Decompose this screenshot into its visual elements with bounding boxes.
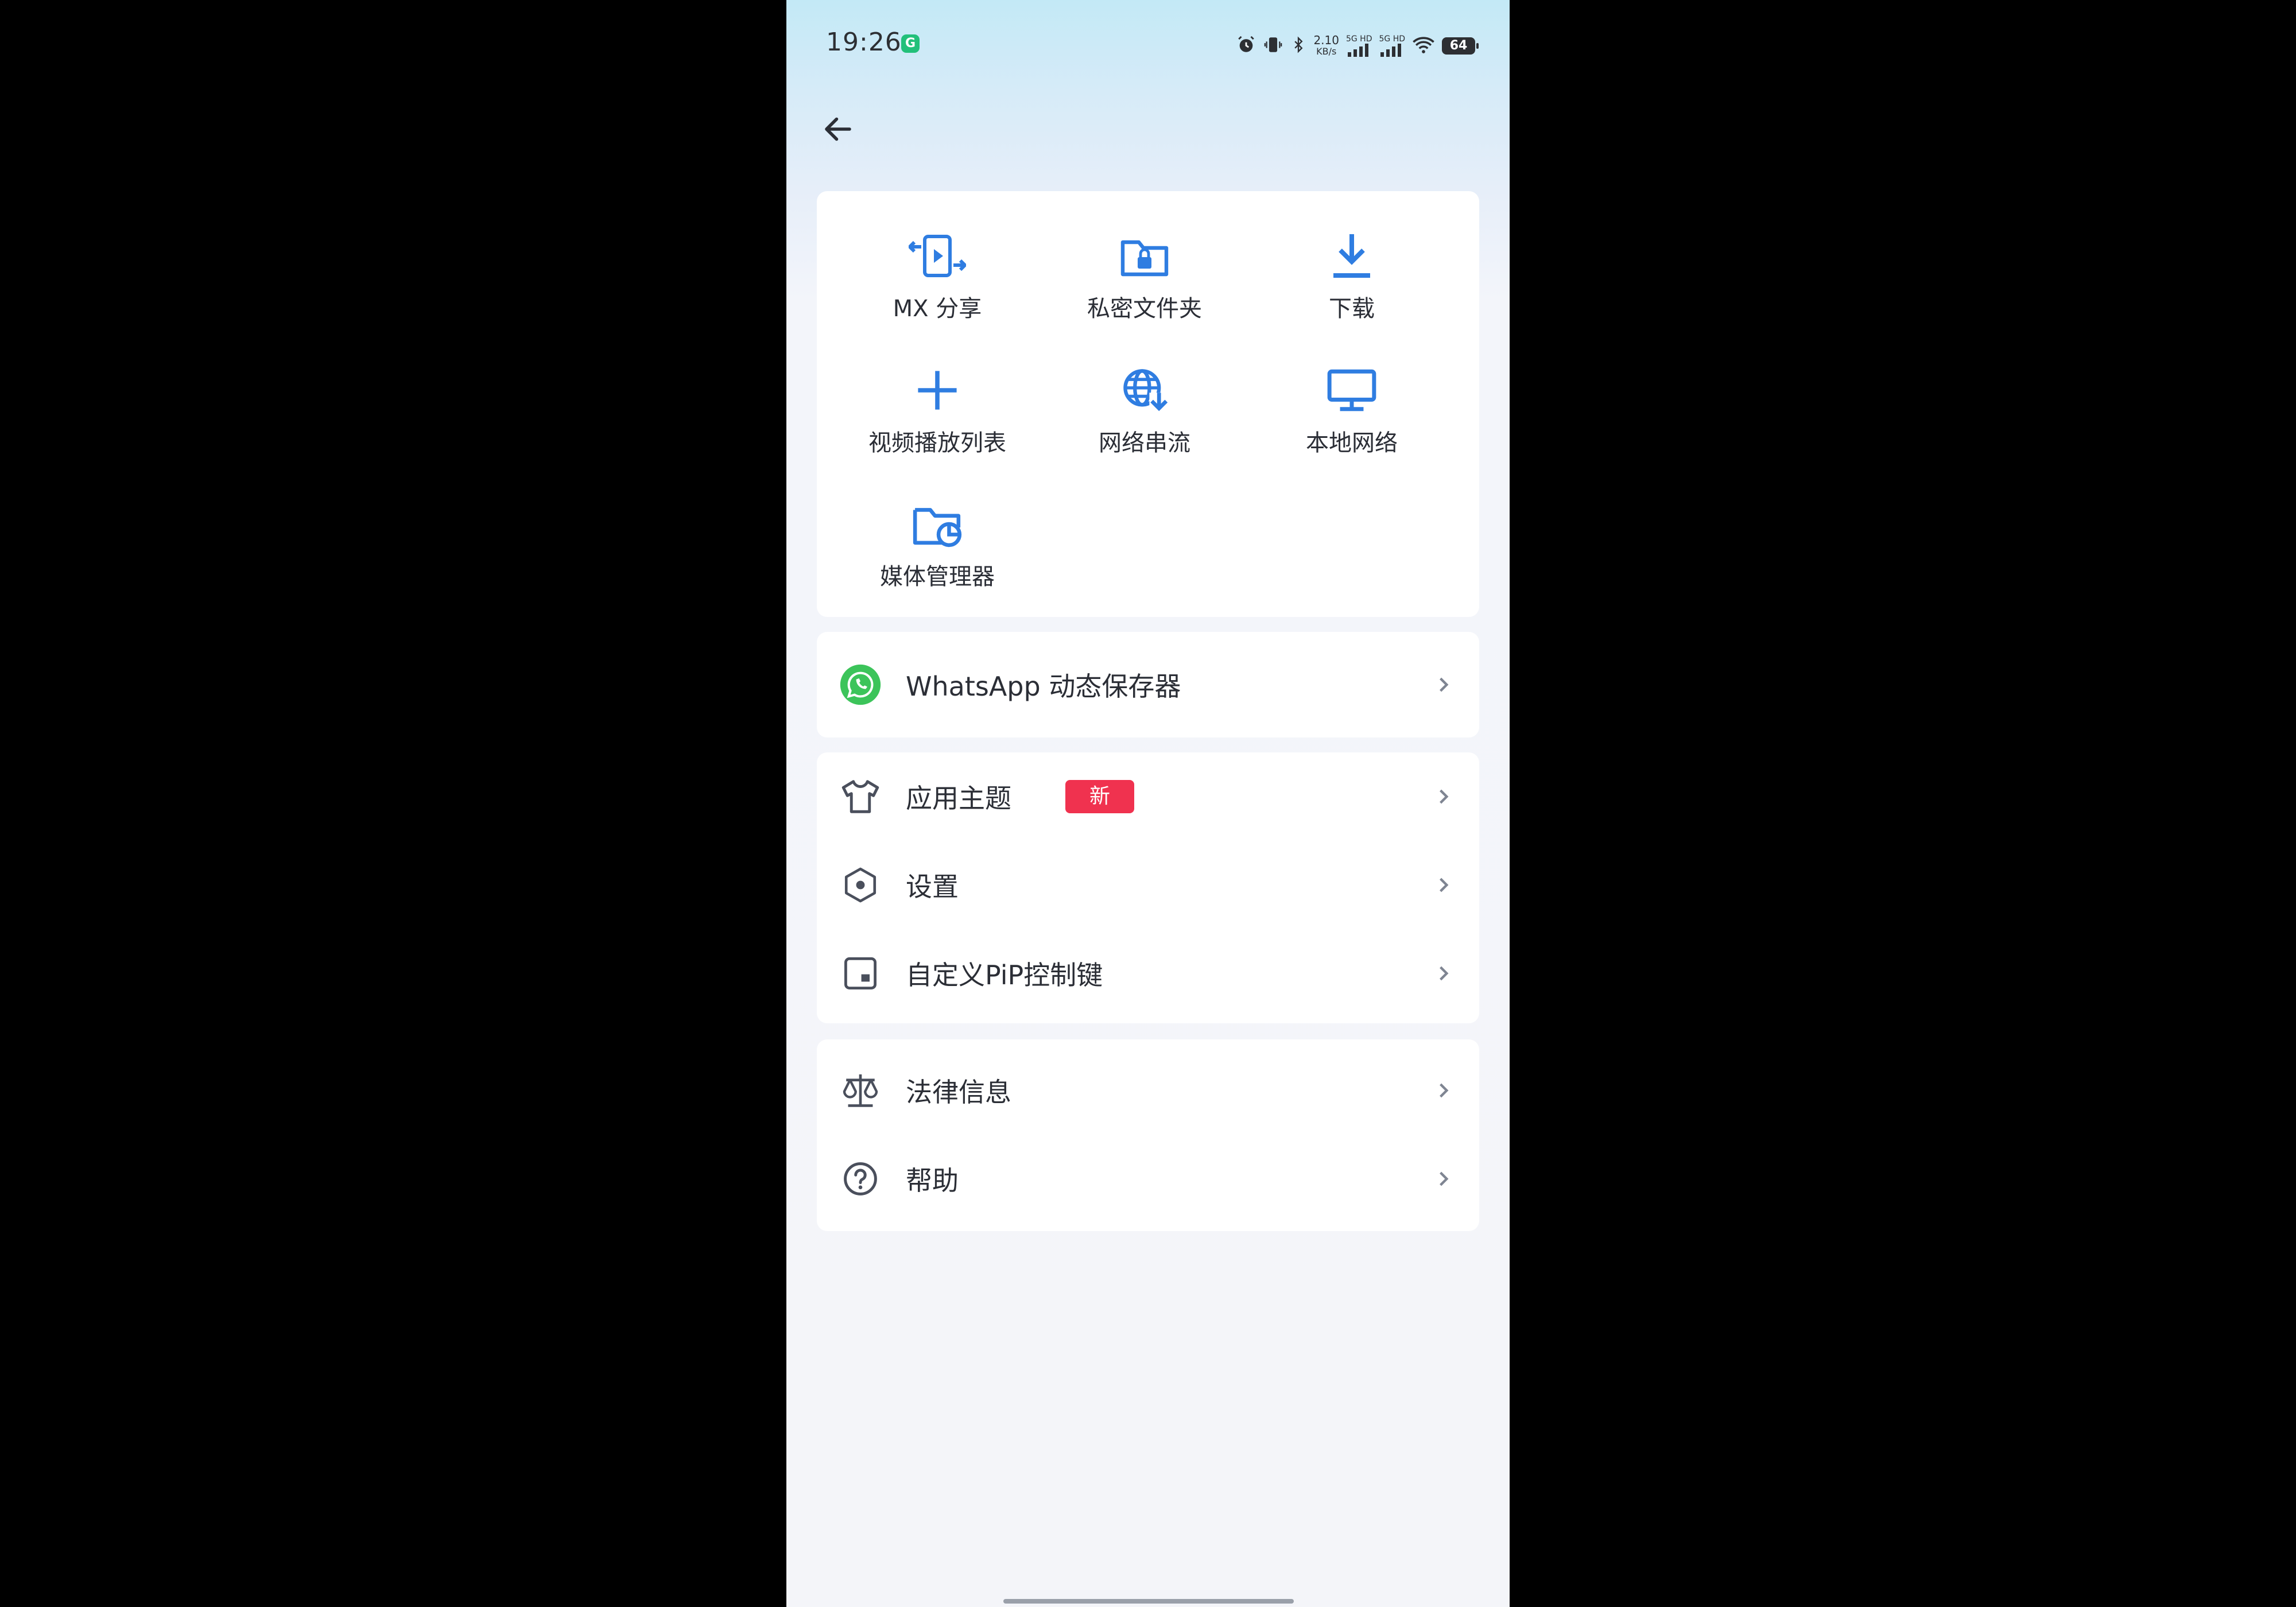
network-speed: 2.10 KB/s bbox=[1313, 34, 1339, 57]
chevron-right-icon bbox=[1433, 1169, 1454, 1189]
settings-row[interactable]: 设置 bbox=[817, 841, 1479, 929]
shortcuts-card: MX 分享 私密文件夹 下载 视频播放列表 网络串流 本地网络 媒体管理器 bbox=[817, 191, 1479, 617]
scales-icon bbox=[837, 1068, 883, 1113]
pip-icon bbox=[837, 950, 883, 996]
shortcut-network-stream[interactable]: 网络串流 bbox=[1041, 359, 1248, 473]
new-badge: 新 bbox=[1065, 780, 1134, 813]
whatsapp-icon bbox=[837, 662, 883, 708]
legal-info-row[interactable]: 法律信息 bbox=[817, 1046, 1479, 1135]
shortcut-mx-share[interactable]: MX 分享 bbox=[834, 224, 1041, 339]
sim2-label: 5G HD bbox=[1379, 34, 1405, 44]
status-icons: 2.10 KB/s 5G HD 5G HD 64 bbox=[1236, 29, 1479, 63]
local-network-icon bbox=[1320, 359, 1383, 422]
whatsapp-label: WhatsApp 动态保存器 bbox=[906, 671, 1181, 702]
settings-card: 应用主题 新 设置 自定义PiP控制键 bbox=[817, 752, 1479, 1023]
whatsapp-status-saver-row[interactable]: WhatsApp 动态保存器 bbox=[817, 641, 1479, 729]
speed-unit: KB/s bbox=[1316, 46, 1337, 57]
shortcut-video-playlist[interactable]: 视频播放列表 bbox=[834, 359, 1041, 473]
media-manager-icon bbox=[906, 492, 969, 556]
legal-info-label: 法律信息 bbox=[906, 1077, 1011, 1108]
shortcut-label: 媒体管理器 bbox=[880, 564, 995, 590]
help-label: 帮助 bbox=[906, 1165, 959, 1196]
phone-screen: 19:26 G 2.10 KB/s 5G HD 5G HD 64 MX 分享 私… bbox=[786, 0, 1510, 1607]
signal-bars-icon bbox=[1347, 44, 1368, 57]
plus-icon bbox=[906, 359, 969, 422]
shortcut-label: 私密文件夹 bbox=[1087, 296, 1202, 322]
back-button[interactable] bbox=[815, 106, 861, 152]
shortcut-private-folder[interactable]: 私密文件夹 bbox=[1041, 224, 1248, 339]
settings-label: 设置 bbox=[906, 871, 959, 902]
home-indicator[interactable] bbox=[1003, 1599, 1294, 1604]
pip-controls-row[interactable]: 自定义PiP控制键 bbox=[817, 929, 1479, 1018]
hexagon-settings-icon bbox=[837, 862, 883, 908]
app-notification-icon: G bbox=[901, 34, 920, 53]
network-stream-icon bbox=[1113, 359, 1176, 422]
wifi-icon bbox=[1412, 36, 1435, 56]
status-time: 19:26 bbox=[826, 28, 902, 57]
chevron-right-icon bbox=[1433, 1080, 1454, 1101]
app-theme-label: 应用主题 bbox=[906, 783, 1011, 814]
tshirt-icon bbox=[837, 774, 883, 820]
shortcut-local-network[interactable]: 本地网络 bbox=[1248, 359, 1455, 473]
chevron-right-icon bbox=[1433, 963, 1454, 984]
arrow-left-icon bbox=[825, 117, 851, 141]
shortcut-label: 网络串流 bbox=[1099, 430, 1190, 456]
alarm-icon bbox=[1236, 35, 1256, 57]
shortcut-label: MX 分享 bbox=[893, 296, 982, 322]
help-icon bbox=[837, 1156, 883, 1202]
shortcut-label: 本地网络 bbox=[1306, 430, 1398, 456]
shortcut-label: 下载 bbox=[1329, 296, 1375, 322]
shortcut-media-manager[interactable]: 媒体管理器 bbox=[834, 492, 1041, 607]
signal-sim1: 5G HD bbox=[1346, 35, 1372, 57]
signal-bars-icon bbox=[1380, 44, 1402, 57]
mx-share-icon bbox=[906, 224, 969, 288]
app-theme-row[interactable]: 应用主题 新 bbox=[817, 752, 1479, 841]
shortcut-download[interactable]: 下载 bbox=[1248, 224, 1455, 339]
signal-sim2: 5G HD bbox=[1379, 35, 1405, 57]
info-card: 法律信息 帮助 bbox=[817, 1039, 1479, 1231]
private-folder-icon bbox=[1113, 224, 1176, 288]
chevron-right-icon bbox=[1433, 786, 1454, 807]
speed-value: 2.10 bbox=[1313, 33, 1339, 47]
battery-icon: 64 bbox=[1442, 37, 1479, 55]
download-icon bbox=[1320, 224, 1383, 288]
shortcut-label: 视频播放列表 bbox=[868, 430, 1006, 456]
chevron-right-icon bbox=[1433, 875, 1454, 895]
sim1-label: 5G HD bbox=[1345, 34, 1372, 44]
pip-controls-label: 自定义PiP控制键 bbox=[906, 960, 1103, 991]
whatsapp-card: WhatsApp 动态保存器 bbox=[817, 632, 1479, 737]
bluetooth-icon bbox=[1290, 35, 1306, 57]
help-row[interactable]: 帮助 bbox=[817, 1135, 1479, 1223]
chevron-right-icon bbox=[1433, 674, 1454, 695]
vibrate-icon bbox=[1263, 35, 1283, 57]
